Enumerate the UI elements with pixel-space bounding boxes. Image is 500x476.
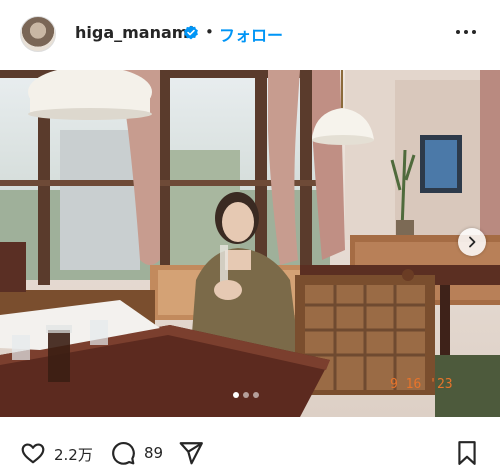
post-photo[interactable]: 9 16 '23 bbox=[0, 70, 500, 417]
photo-date-stamp: 9 16 '23 bbox=[390, 377, 453, 392]
carousel-dot-3 bbox=[253, 392, 259, 398]
like-count[interactable]: 2.2万 bbox=[54, 444, 93, 465]
paper-plane-icon[interactable] bbox=[178, 440, 204, 466]
bookmark-icon[interactable] bbox=[455, 440, 479, 466]
more-options-icon[interactable] bbox=[454, 22, 478, 42]
post-header: higa_manami • フォロー bbox=[0, 0, 500, 68]
chevron-right-icon bbox=[469, 236, 476, 248]
cafe-photo-illustration: 9 16 '23 bbox=[0, 70, 500, 417]
separator-dot: • bbox=[205, 23, 214, 41]
verified-badge-icon bbox=[184, 25, 198, 40]
carousel-indicator bbox=[233, 392, 259, 398]
action-bar: 2.2万 89 bbox=[0, 430, 500, 476]
username[interactable]: higa_manami bbox=[75, 23, 194, 42]
carousel-dot-1 bbox=[233, 392, 239, 398]
comment-count[interactable]: 89 bbox=[144, 444, 163, 462]
carousel-next-button[interactable] bbox=[458, 228, 486, 256]
heart-icon[interactable] bbox=[20, 440, 46, 466]
comment-icon[interactable] bbox=[110, 440, 136, 466]
follow-button[interactable]: フォロー bbox=[219, 22, 283, 46]
carousel-dot-2 bbox=[243, 392, 249, 398]
profile-avatar[interactable] bbox=[20, 16, 56, 52]
